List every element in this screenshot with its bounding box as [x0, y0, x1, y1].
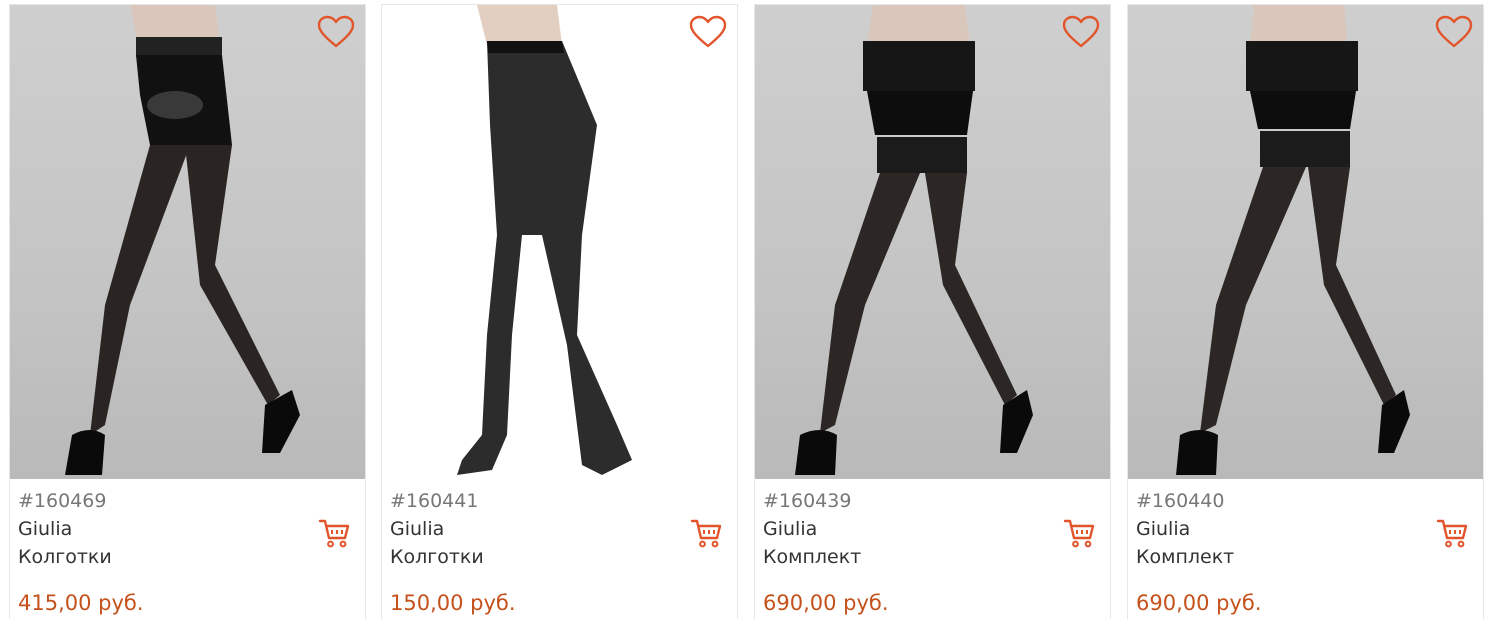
heart-icon — [317, 15, 355, 48]
product-brand[interactable]: Giulia — [1136, 518, 1190, 540]
product-type[interactable]: Колготки — [18, 546, 112, 568]
product-photo-legs — [457, 5, 632, 475]
favorite-button[interactable] — [317, 15, 357, 55]
product-card[interactable]: #160441 Giulia Колготки 150,00 руб. — [381, 4, 738, 619]
heart-icon — [1435, 15, 1473, 48]
product-sku: #160469 — [18, 490, 107, 512]
product-card[interactable]: #160439 Giulia Комплект 690,00 руб. — [754, 4, 1111, 619]
heart-icon — [689, 15, 727, 48]
product-photo-legs — [1176, 5, 1410, 475]
product-brand[interactable]: Giulia — [18, 518, 72, 540]
product-image[interactable] — [10, 5, 365, 479]
cart-icon — [318, 519, 350, 548]
favorite-button[interactable] — [1435, 15, 1475, 55]
favorite-button[interactable] — [689, 15, 729, 55]
product-sku: #160439 — [763, 490, 852, 512]
product-type[interactable]: Комплект — [1136, 546, 1234, 568]
product-card[interactable]: #160469 Giulia Колготки 415,00 руб. — [9, 4, 366, 619]
cart-icon — [690, 519, 722, 548]
product-image[interactable] — [755, 5, 1110, 479]
product-image[interactable] — [1128, 5, 1483, 479]
product-card[interactable]: #160440 Giulia Комплект 690,00 руб. — [1127, 4, 1484, 619]
add-to-cart-button[interactable] — [1435, 517, 1469, 549]
product-sku: #160440 — [1136, 490, 1225, 512]
product-brand[interactable]: Giulia — [763, 518, 817, 540]
cart-icon — [1063, 519, 1095, 548]
cart-icon — [1436, 519, 1468, 548]
product-type[interactable]: Колготки — [390, 546, 484, 568]
heart-icon — [1062, 15, 1100, 48]
add-to-cart-button[interactable] — [689, 517, 723, 549]
favorite-button[interactable] — [1062, 15, 1102, 55]
product-sku: #160441 — [390, 490, 479, 512]
product-photo-legs — [65, 5, 300, 475]
product-price: 415,00 руб. — [18, 591, 144, 615]
product-type[interactable]: Комплект — [763, 546, 861, 568]
product-image[interactable] — [382, 5, 737, 479]
product-price: 150,00 руб. — [390, 591, 516, 615]
product-photo-legs — [795, 5, 1033, 475]
product-price: 690,00 руб. — [763, 591, 889, 615]
add-to-cart-button[interactable] — [1062, 517, 1096, 549]
product-price: 690,00 руб. — [1136, 591, 1262, 615]
product-grid: #160469 Giulia Колготки 415,00 руб. #160… — [9, 4, 1495, 619]
product-brand[interactable]: Giulia — [390, 518, 444, 540]
add-to-cart-button[interactable] — [317, 517, 351, 549]
